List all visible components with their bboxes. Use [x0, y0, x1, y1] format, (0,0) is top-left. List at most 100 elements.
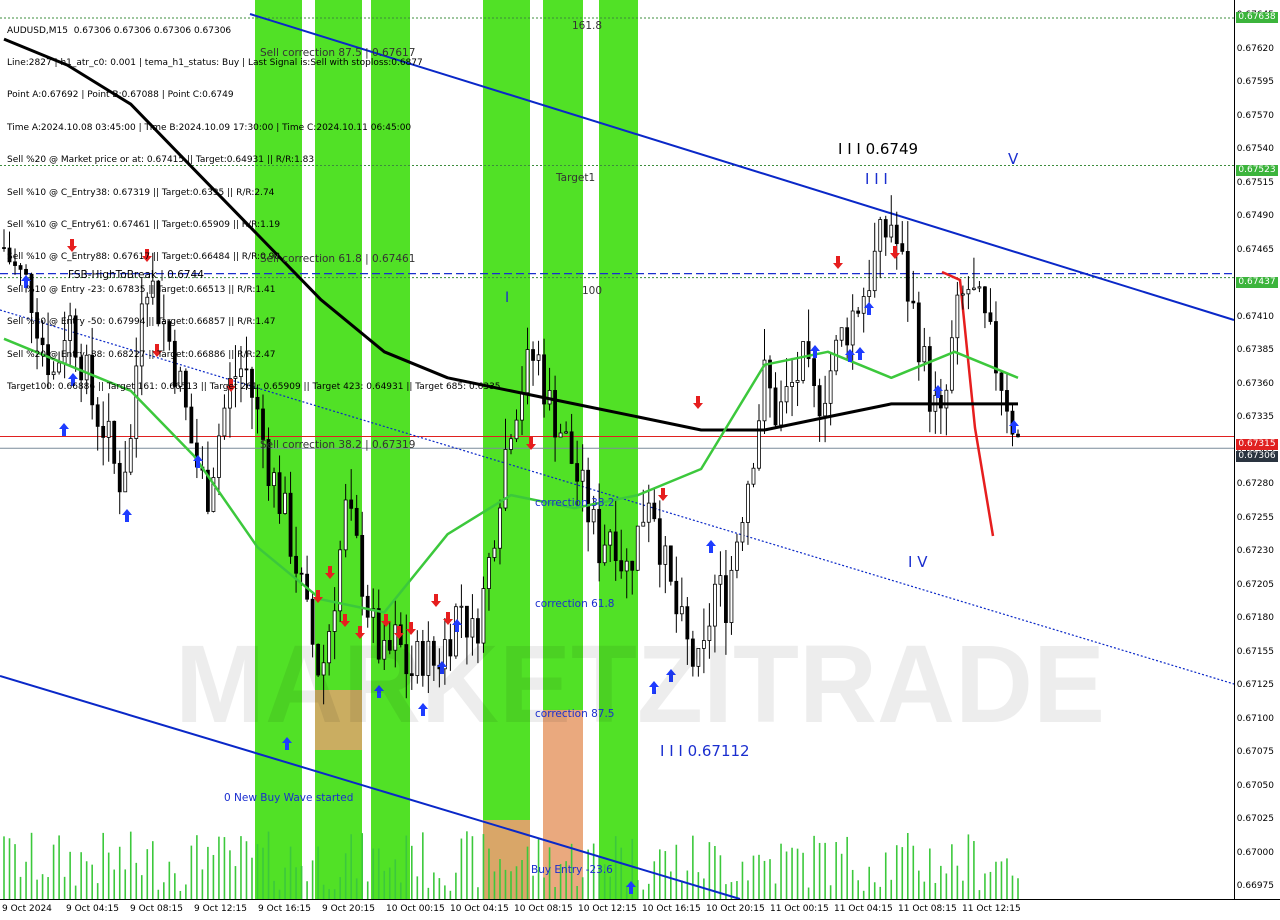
- candle-body: [272, 472, 276, 487]
- candle-body: [740, 522, 745, 543]
- candle-body: [762, 359, 767, 422]
- time-tick: 9 Oct 04:15: [66, 904, 119, 914]
- candle-body: [955, 294, 960, 339]
- candle-body: [509, 438, 513, 450]
- sell-correction-61-label: Sell correction 61.8 | 0.67461: [260, 253, 416, 265]
- price-tick: 0.67205: [1236, 579, 1274, 590]
- candle-body: [597, 508, 602, 564]
- candle-body: [900, 243, 905, 252]
- candle-body: [668, 545, 673, 582]
- candle-body: [823, 402, 828, 417]
- price-tick: 0.67075: [1236, 747, 1274, 757]
- candle-body: [801, 341, 805, 381]
- price-tick: 0.67280: [1236, 479, 1274, 489]
- candle-body: [624, 560, 629, 572]
- wave-IV-label: I V: [908, 553, 928, 571]
- candle-body: [983, 286, 987, 314]
- time-tick: 10 Oct 16:15: [642, 904, 701, 914]
- sell-arrow-icon: [431, 594, 441, 607]
- candle-body: [878, 219, 883, 252]
- time-tick: 10 Oct 20:15: [706, 904, 765, 914]
- candle-body: [773, 387, 778, 426]
- price-tick: 0.67025: [1236, 814, 1274, 824]
- candle-body: [850, 310, 855, 346]
- info-line: Sell %20 @ Entry -50: 0.67994 || Target:…: [7, 317, 276, 328]
- candle-body: [729, 569, 734, 623]
- candle-body: [960, 293, 965, 296]
- new-buy-wave-label: 0 New Buy Wave started: [224, 792, 354, 804]
- candle-body: [294, 555, 298, 574]
- price-tick: 0.67360: [1236, 378, 1274, 389]
- candle-body: [1016, 433, 1020, 438]
- candle-body: [652, 502, 657, 520]
- candle-body: [117, 462, 122, 493]
- wave-III-small-label: I I I: [865, 170, 888, 188]
- price-tick: 0.67465: [1236, 244, 1274, 255]
- wave-I-label: I: [505, 290, 510, 306]
- time-tick: 10 Oct 04:15: [450, 904, 509, 914]
- info-line: Sell %10 @ C_Entry88: 0.67617 || Target:…: [7, 252, 281, 263]
- candle-body: [360, 535, 365, 597]
- candle-body: [514, 419, 519, 440]
- candle-body: [299, 572, 304, 575]
- candle-body: [613, 531, 618, 562]
- buy-arrow-icon: [122, 509, 132, 522]
- info-line: Sell %10 @ Entry -23: 0.67835 || Target:…: [7, 284, 276, 295]
- candle-body: [894, 224, 899, 245]
- candle-body: [916, 302, 921, 363]
- candle-body: [288, 492, 293, 557]
- candle-body: [2, 247, 6, 249]
- candle-body: [222, 407, 227, 437]
- price-tag-target: 0.67523: [1236, 165, 1278, 176]
- candle-body: [856, 310, 861, 314]
- time-tick: 9 Oct 16:15: [258, 904, 311, 914]
- info-line: Sell %10 @ C_Entry61: 0.67461 || Target:…: [7, 219, 281, 230]
- price-tick: 0.67385: [1236, 345, 1274, 355]
- correction-87-label: correction 87.5: [535, 708, 615, 720]
- candle-body: [735, 541, 739, 571]
- fib-100-label: 100: [582, 285, 603, 297]
- candle-body: [757, 420, 761, 469]
- candle-body: [679, 606, 684, 615]
- candle-body: [751, 467, 756, 485]
- sell-arrow-icon: [890, 246, 900, 259]
- info-line: Sell %10 @ C_Entry38: 0.67319 || Target:…: [7, 187, 275, 198]
- candle-body: [867, 290, 872, 297]
- price-tag-fsb: 0.67437: [1236, 277, 1278, 288]
- fib-161-label: 161.8: [572, 20, 603, 32]
- candle-body: [492, 547, 497, 558]
- candle-body: [487, 557, 491, 589]
- candle-body: [790, 382, 794, 387]
- candle-body: [575, 463, 580, 482]
- orange-zone: [483, 820, 530, 899]
- candle-body: [217, 435, 221, 478]
- candle-body: [883, 219, 888, 238]
- candle-body: [602, 544, 607, 564]
- candle-body: [663, 545, 668, 565]
- price-tick: 0.67490: [1236, 211, 1274, 221]
- candle-body: [531, 349, 535, 361]
- candle-body: [674, 580, 679, 615]
- price-tick: 0.67100: [1236, 713, 1274, 724]
- candle-body: [966, 289, 971, 295]
- candle-body: [189, 406, 194, 444]
- candle-body: [972, 287, 976, 290]
- info-line: Sell %20 @ Market price or at: 0.67415 |…: [7, 155, 315, 166]
- price-tick: 0.67230: [1236, 546, 1274, 556]
- candle-body: [999, 372, 1004, 391]
- price-tick: 0.67155: [1236, 646, 1274, 657]
- candle-body: [646, 502, 651, 523]
- sell-arrow-icon: [693, 396, 703, 409]
- time-tick: 11 Oct 04:15: [834, 904, 893, 914]
- candle-body: [1005, 390, 1009, 412]
- candle-body: [608, 531, 613, 546]
- candle-body: [779, 401, 783, 426]
- candle-body: [106, 420, 111, 438]
- candle-body: [994, 321, 998, 374]
- candle-body: [123, 471, 128, 493]
- candle-body: [338, 549, 343, 612]
- price-tick: 0.67595: [1236, 77, 1274, 87]
- candle-body: [349, 499, 354, 509]
- candle-body: [784, 386, 789, 403]
- correction-61-label: correction 61.8: [535, 598, 615, 610]
